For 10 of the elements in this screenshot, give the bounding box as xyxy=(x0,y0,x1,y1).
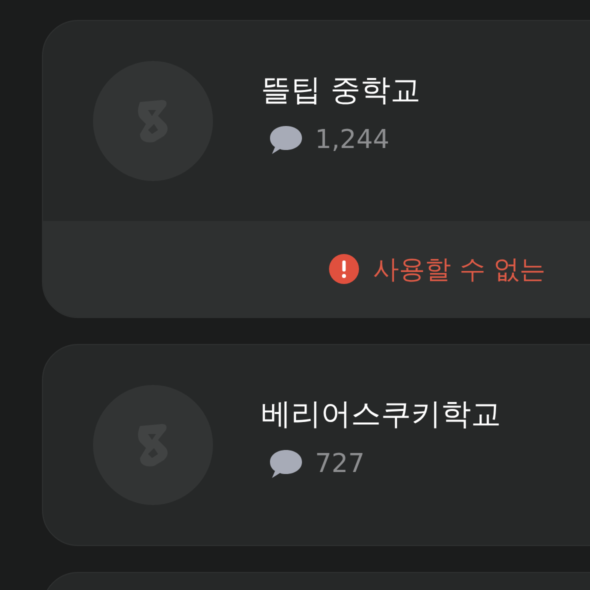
speech-bubble-icon xyxy=(269,124,303,154)
speech-bubble-icon xyxy=(269,448,303,478)
school-card[interactable]: 베리어스쿠키학교 727 xyxy=(42,344,590,546)
alert-icon xyxy=(329,254,359,284)
school-name: 뜰팁 중학교 xyxy=(261,72,421,110)
comment-count: 1,244 xyxy=(315,124,390,154)
comment-count: 727 xyxy=(315,448,365,478)
school-name: 베리어스쿠키학교 xyxy=(261,396,501,434)
warning-text: 사용할 수 없는 xyxy=(373,254,546,286)
school-card[interactable]: 뜰팁 중학교 1,244 사용할 수 없는 xyxy=(42,20,590,318)
